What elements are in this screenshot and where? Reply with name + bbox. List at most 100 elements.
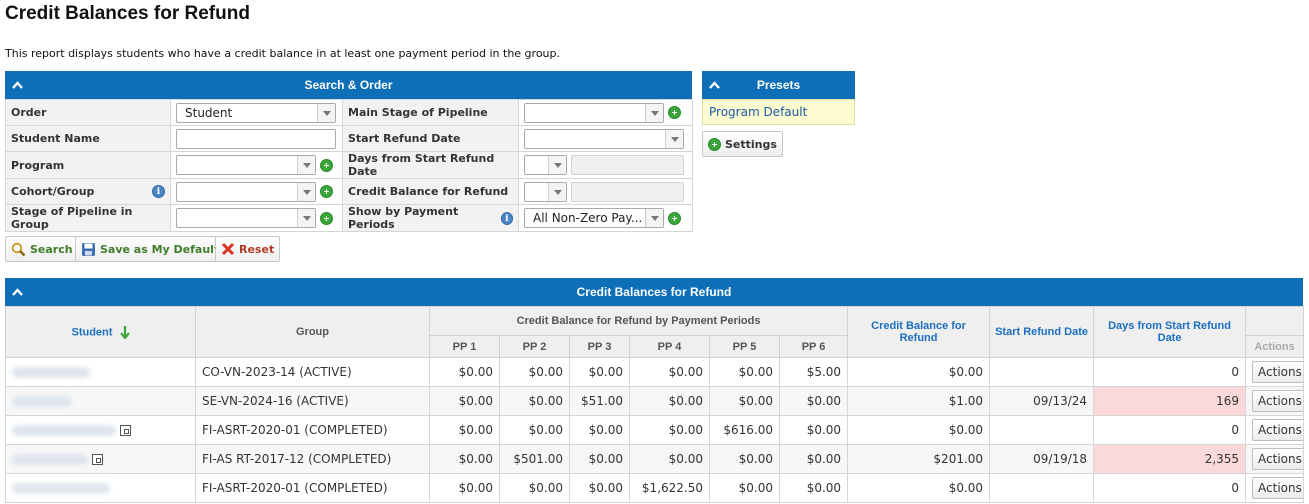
pp-cell: $0.00 (629, 357, 710, 387)
start-refund-date-select[interactable] (524, 128, 684, 149)
days-cell: 2,355 (1093, 444, 1247, 474)
pp-cell: $0.00 (429, 415, 500, 445)
group-cell: FI-ASRT-2020-01 (COMPLETED) (195, 415, 430, 445)
credit-balance-cell: $0.00 (847, 473, 991, 503)
actions-button[interactable]: Actions (1252, 448, 1303, 470)
info-icon[interactable]: i (152, 185, 165, 198)
pp-cell: $0.00 (569, 473, 630, 503)
search-button-label: Search (30, 242, 73, 256)
column-header-pp5: PP 5 (709, 335, 780, 358)
reset-button[interactable]: Reset (215, 236, 281, 262)
reset-button-label: Reset (239, 242, 275, 256)
info-icon[interactable]: i (500, 211, 513, 225)
actions-button[interactable]: Actions (1252, 477, 1303, 499)
credit-balance-cell: $1.00 (847, 386, 991, 416)
days-cell: 169 (1093, 386, 1247, 416)
start-date-cell: 09/19/18 (989, 444, 1095, 474)
cohort-group-select[interactable] (176, 181, 316, 202)
settings-button[interactable]: Settings (702, 131, 783, 157)
credit-balance-input[interactable] (571, 181, 684, 202)
add-icon (708, 137, 721, 151)
add-pp-filter-icon[interactable] (668, 211, 681, 225)
column-header-start-refund-date[interactable]: Start Refund Date (989, 306, 1095, 358)
days-operator-select[interactable] (524, 155, 567, 175)
column-header-credit-balance[interactable]: Credit Balance for Refund (847, 306, 991, 358)
add-main-stage-icon[interactable] (668, 106, 681, 119)
presets-panel: Presets Program Default (702, 71, 855, 125)
pp-cell: $0.00 (778, 415, 849, 445)
pp-cell: $0.00 (499, 415, 570, 445)
save-default-label: Save as My Default (100, 242, 220, 256)
close-icon (221, 242, 235, 256)
search-icon (11, 242, 26, 256)
collapse-chevron-icon[interactable] (12, 278, 26, 306)
days-from-start-input[interactable] (571, 155, 684, 175)
pp-cell: $0.00 (499, 357, 570, 387)
actions-button[interactable]: Actions (1252, 390, 1303, 412)
column-header-student[interactable]: Student (5, 306, 196, 358)
sort-down-icon (119, 325, 130, 340)
add-cohort-icon[interactable] (320, 185, 333, 198)
actions-button[interactable]: Actions (1252, 419, 1303, 441)
student-cell[interactable] (5, 415, 196, 445)
main-stage-select[interactable] (524, 102, 664, 123)
redacted-name (12, 367, 90, 378)
pp-cell: $1,622.50 (629, 473, 710, 503)
save-default-button[interactable]: Save as My Default (75, 236, 226, 262)
presets-header[interactable]: Presets (702, 71, 855, 99)
program-select[interactable] (176, 155, 316, 175)
pp-cell: $0.00 (778, 386, 849, 416)
main-stage-label: Main Stage of Pipeline (342, 99, 519, 126)
redacted-name (12, 396, 72, 407)
page-title: Credit Balances for Refund (5, 3, 250, 24)
pp-cell: $0.00 (499, 386, 570, 416)
pp-cell: $0.00 (569, 415, 630, 445)
chevron-down-icon (645, 209, 663, 227)
stage-in-group-select[interactable] (176, 208, 316, 228)
collapse-chevron-icon[interactable] (709, 71, 723, 99)
collapse-chevron-icon[interactable] (12, 71, 26, 99)
days-cell: 0 (1093, 473, 1247, 503)
column-header-pp6: PP 6 (778, 335, 849, 358)
group-cell: CO-VN-2023-14 (ACTIVE) (195, 357, 430, 387)
show-by-pp-select[interactable]: All Non-Zero Pay... (524, 208, 664, 228)
chevron-down-icon (548, 182, 566, 201)
search-order-panel: Search & Order Order Student Main Stage … (5, 71, 693, 232)
student-cell[interactable] (5, 473, 196, 503)
actions-button[interactable]: Actions (1252, 361, 1303, 383)
results-header[interactable]: Credit Balances for Refund (5, 278, 1303, 306)
table-row: FI-ASRT-2020-01 (COMPLETED) $0.00 $0.00 … (5, 415, 1305, 445)
student-cell[interactable] (5, 444, 196, 474)
table-row: SE-VN-2024-16 (ACTIVE) $0.00 $0.00 $51.0… (5, 386, 1305, 416)
pp-cell: $0.00 (429, 357, 500, 387)
student-cell[interactable] (5, 357, 196, 387)
pp-cell: $0.00 (709, 386, 780, 416)
credit-operator-select[interactable] (524, 181, 567, 202)
add-program-icon[interactable] (320, 158, 333, 172)
pp-cell: $0.00 (709, 473, 780, 503)
group-cell: FI-ASRT-2020-01 (COMPLETED) (195, 473, 430, 503)
start-date-cell (989, 415, 1095, 445)
pp-cell: $0.00 (629, 444, 710, 474)
group-cell: SE-VN-2024-16 (ACTIVE) (195, 386, 430, 416)
lock-icon (120, 425, 131, 436)
chevron-down-icon (297, 182, 315, 201)
add-stage-icon[interactable] (320, 211, 333, 225)
credit-balance-label: Credit Balance for Refund (342, 178, 519, 205)
settings-label: Settings (725, 137, 777, 151)
actions-cell: Actions (1245, 444, 1305, 474)
results-panel: Credit Balances for Refund Student Group… (5, 278, 1305, 503)
column-header-pp-group: Credit Balance for Refund by Payment Per… (428, 306, 849, 336)
preset-program-default[interactable]: Program Default (702, 99, 855, 125)
search-button[interactable]: Search (5, 236, 79, 262)
order-label: Order (5, 99, 171, 126)
student-name-input[interactable] (176, 128, 336, 149)
days-cell: 0 (1093, 357, 1247, 387)
student-cell[interactable] (5, 386, 196, 416)
chevron-down-icon (645, 103, 663, 122)
column-header-days-from-start[interactable]: Days from Start Refund Date (1093, 306, 1247, 358)
order-select[interactable]: Student (176, 102, 336, 123)
search-order-title: Search & Order (304, 78, 393, 92)
search-order-header[interactable]: Search & Order (5, 71, 692, 99)
pp-cell: $0.00 (429, 444, 500, 474)
